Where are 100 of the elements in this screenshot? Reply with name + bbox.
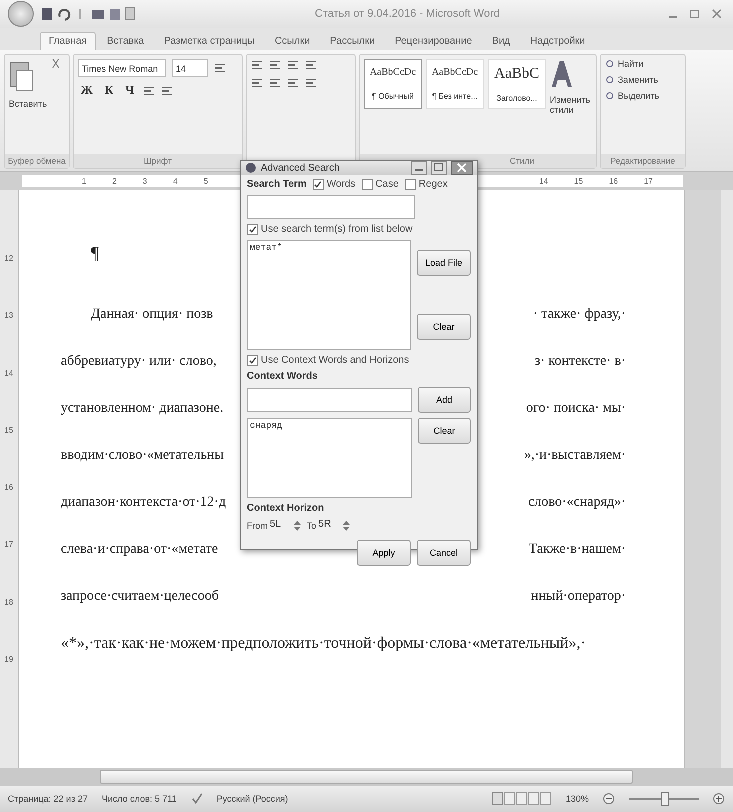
slider-thumb[interactable] <box>661 792 669 806</box>
zoom-level: 130% <box>566 794 589 804</box>
group-label: Буфер обмена <box>5 154 69 168</box>
ruler-number: 12 <box>4 254 14 264</box>
checkbox[interactable] <box>247 355 258 366</box>
document-text: слово·«снаряд»· <box>528 494 626 510</box>
app-icon <box>245 162 257 174</box>
context-word-field[interactable] <box>247 388 412 412</box>
restore-icon[interactable] <box>431 161 447 175</box>
terms-list[interactable]: метат* <box>247 240 411 350</box>
toolbar-icon[interactable] <box>287 59 299 71</box>
close-icon[interactable] <box>451 161 473 175</box>
checkbox-label[interactable]: Regex <box>418 179 448 190</box>
load-file-button[interactable]: Load File <box>417 250 471 276</box>
ribbon-tab[interactable]: Вид <box>483 32 520 50</box>
checkbox[interactable] <box>247 224 258 235</box>
document-text: аббревиатуру· или· слово, <box>61 354 217 370</box>
ruler-number: 16 <box>609 176 618 186</box>
window-title: Статья от 9.04.2016 - Microsoft Word <box>314 8 501 20</box>
context-words-list[interactable]: снаряд <box>247 418 412 498</box>
to-spinner[interactable]: 5R <box>318 519 341 533</box>
ruler-number: 1 <box>82 176 86 186</box>
paste-button[interactable]: Вставить <box>9 99 48 109</box>
section-label: Context Horizon <box>247 503 326 514</box>
checkbox[interactable] <box>312 179 324 190</box>
document-text: з· контексте· в· <box>534 354 626 370</box>
editing-button[interactable]: Выделить <box>605 91 660 101</box>
checkbox[interactable] <box>362 179 373 190</box>
spelling-icon[interactable] <box>190 793 203 805</box>
checkbox-label[interactable]: Case <box>376 179 399 190</box>
ribbon-tab[interactable]: Рассылки <box>321 32 384 50</box>
document-text: установленном· диапазоне. <box>61 400 224 416</box>
ruler-number: 17 <box>4 540 14 550</box>
zoom-in-icon[interactable] <box>713 793 725 805</box>
document-text: диапазон·контекста·от·12·д <box>61 494 226 510</box>
checkmark-icon <box>248 226 256 234</box>
paragraph-mark: ¶ <box>91 243 100 264</box>
ruler-number: 13 <box>4 311 14 320</box>
search-term-field[interactable] <box>247 195 415 219</box>
section-label: Context Words <box>247 371 319 382</box>
document-text: Данная· опция· позв <box>91 306 214 322</box>
zoom-out-icon[interactable] <box>603 793 615 805</box>
checkbox[interactable] <box>404 179 416 190</box>
toolbar-icon[interactable] <box>287 77 299 89</box>
ribbon-tab[interactable]: Рецензирование <box>386 32 482 50</box>
format-button[interactable]: К <box>102 83 117 98</box>
ribbon-tab[interactable]: Надстройки <box>521 32 594 50</box>
ribbon-tab[interactable]: Разметка страницы <box>155 32 264 50</box>
clear-button[interactable]: Clear <box>417 314 471 340</box>
toolbar-icon[interactable] <box>269 59 281 71</box>
section-label: Search Term <box>247 179 307 190</box>
format-button[interactable]: Ч <box>122 83 138 98</box>
ruler-number: 5 <box>204 176 208 186</box>
ruler-number: 15 <box>4 426 14 435</box>
toolbar-icon[interactable] <box>251 77 263 89</box>
ribbon-tab[interactable]: Вставка <box>98 32 154 50</box>
ribbon-tab[interactable]: Главная <box>40 32 96 50</box>
ruler-number: 2 <box>112 176 117 186</box>
toolbar-icon[interactable] <box>214 62 226 74</box>
document-text: слева·и·справа·от·«метате <box>61 542 218 558</box>
checkbox-label[interactable]: Words <box>326 179 356 190</box>
toolbar-icon[interactable] <box>305 59 317 71</box>
spinner-arrows-icon[interactable] <box>342 520 350 532</box>
office-button[interactable] <box>8 1 34 27</box>
style-option[interactable]: AaBbCcDc ¶ Обычный <box>364 59 422 109</box>
view-buttons-icon[interactable] <box>492 792 552 806</box>
clear-button[interactable]: Clear <box>418 418 471 444</box>
spinner-arrows-icon[interactable] <box>294 520 301 532</box>
toolbar-icon[interactable] <box>143 84 156 96</box>
document-text: ого· поиска· мы· <box>526 400 626 416</box>
toolbar-icon[interactable] <box>251 59 263 71</box>
scissors-icon[interactable] <box>51 59 62 71</box>
toolbar-icon[interactable] <box>161 84 174 96</box>
font-size-field[interactable]: 14 <box>172 59 208 77</box>
ruler-number: 14 <box>539 176 548 186</box>
add-button[interactable]: Add <box>418 387 471 413</box>
apply-button[interactable]: Apply <box>357 540 411 566</box>
toolbar-icon[interactable] <box>269 77 281 89</box>
format-button[interactable]: Ж <box>78 83 96 98</box>
cancel-button[interactable]: Cancel <box>417 540 471 566</box>
ribbon-tab[interactable]: Ссылки <box>266 32 320 50</box>
horizontal-scrollbar[interactable] <box>0 768 733 786</box>
editing-button[interactable]: Найти <box>605 59 644 69</box>
dialog-title: Advanced Search <box>261 162 341 174</box>
toolbar-icon[interactable] <box>305 77 317 89</box>
ruler-number: 18 <box>4 598 14 607</box>
circle-icon <box>605 59 615 69</box>
vertical-scrollbar[interactable] <box>721 190 733 768</box>
checkbox-label[interactable]: Use Context Words and Horizons <box>261 355 410 366</box>
circle-icon <box>605 91 615 101</box>
editing-button[interactable]: Заменить <box>605 75 658 85</box>
checkbox-label[interactable]: Use search term(s) from list below <box>261 224 413 235</box>
minimize-icon[interactable] <box>411 161 427 175</box>
change-styles-button[interactable]: Изменить стили <box>550 95 590 115</box>
font-name-field[interactable]: Times New Roman <box>78 59 166 77</box>
style-option[interactable]: AaBbCcDc ¶ Без инте... <box>426 59 484 109</box>
language-indicator[interactable]: Русский (Россия) <box>216 794 288 804</box>
group-label: Редактирование <box>601 154 685 168</box>
from-spinner[interactable]: 5L <box>270 519 292 533</box>
style-option[interactable]: AaBbC Заголово... <box>488 59 546 109</box>
